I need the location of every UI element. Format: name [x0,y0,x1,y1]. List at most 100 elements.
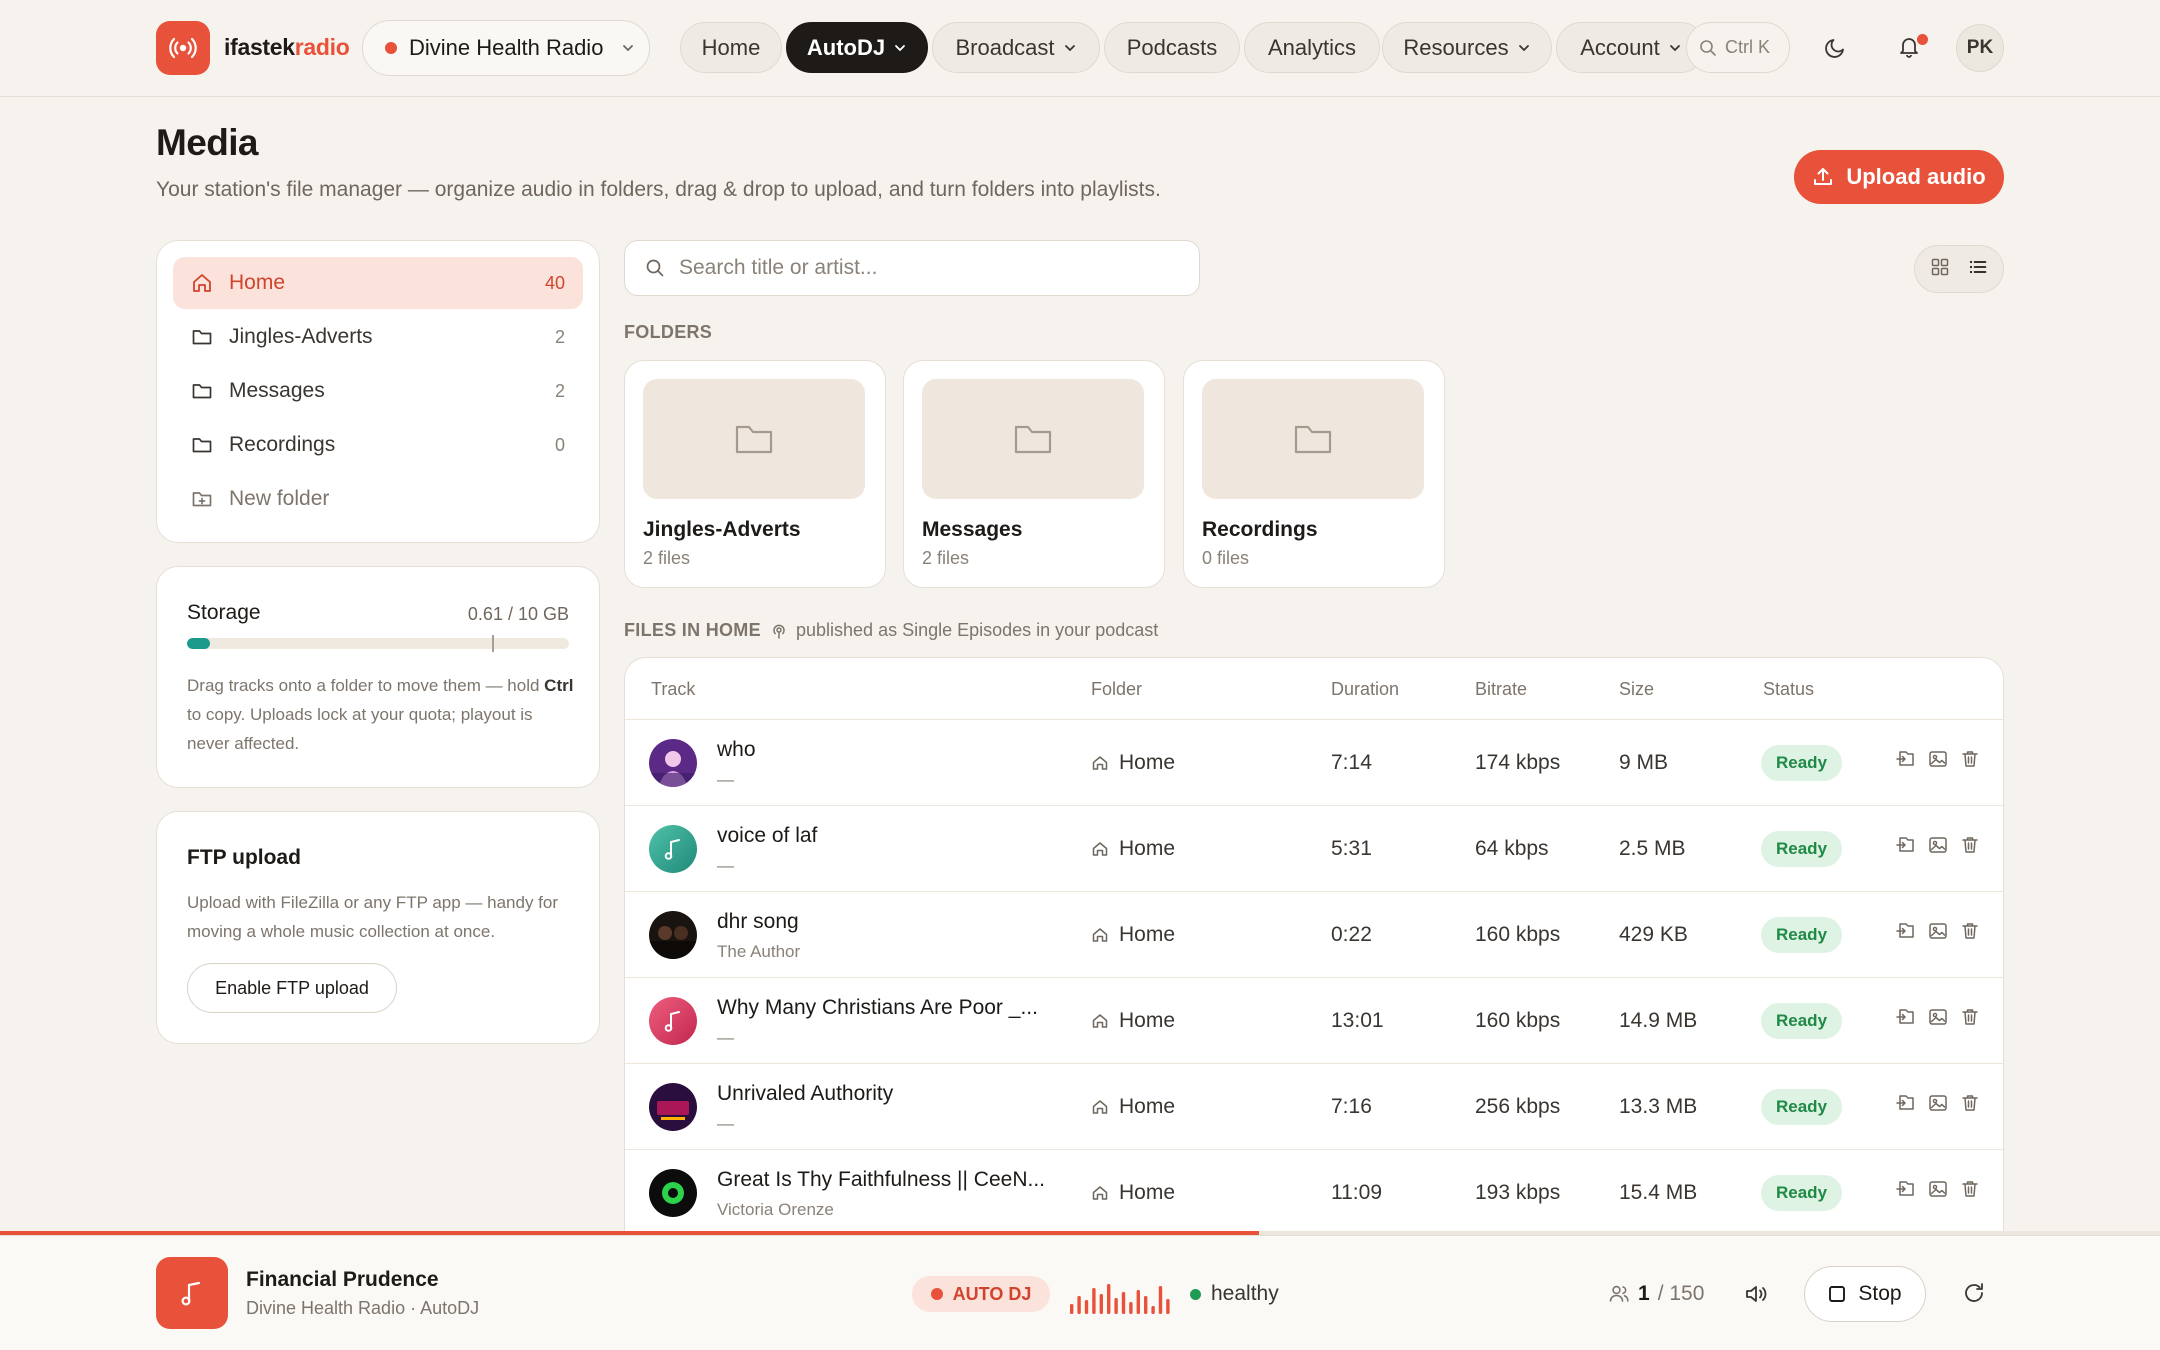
listeners-max: / 150 [1657,1282,1705,1305]
level-bar [1166,1299,1170,1314]
moon-icon [1825,39,1844,58]
files-table: Track Folder Duration Bitrate Size Statu… [624,657,2004,1257]
track-bitrate: 64 kbps [1475,837,1549,860]
refresh-button[interactable] [1961,1280,1987,1311]
avatar[interactable]: PK [1956,24,2004,72]
track-duration: 5:31 [1331,837,1372,860]
cover-image-icon[interactable] [1927,1006,1949,1028]
table-row[interactable]: who — Home 7:14 174 kbps 9 MB Ready [625,720,2003,806]
trash-icon[interactable] [1959,1092,1981,1114]
ftp-note: Upload with FileZilla or any FTP app — h… [187,893,559,941]
grid-view-button[interactable] [1930,257,1950,282]
home-icon [1092,1100,1108,1114]
folder-card-jingles-adverts[interactable]: Jingles-Adverts 2 files [624,360,886,588]
column-header-status[interactable]: Status [1763,679,1814,700]
trash-icon[interactable] [1959,1178,1981,1200]
table-row[interactable]: voice of laf — Home 5:31 64 kbps 2.5 MB … [625,806,2003,892]
now-playing-artwork [156,1257,228,1329]
trash-icon[interactable] [1959,748,1981,770]
column-header-duration[interactable]: Duration [1331,679,1399,700]
nav-resources[interactable]: Resources [1382,22,1552,73]
table-row[interactable]: Why Many Christians Are Poor _... — Home… [625,978,2003,1064]
stop-button[interactable]: Stop [1804,1266,1926,1322]
track-cover-art [649,1169,697,1217]
trash-icon[interactable] [1959,920,1981,942]
view-toggle [1914,245,2004,293]
nav-podcasts[interactable]: Podcasts [1104,22,1240,73]
nav-podcasts-label: Podcasts [1126,34,1218,60]
row-actions [1895,1092,1981,1114]
enable-ftp-button[interactable]: Enable FTP upload [187,963,397,1013]
move-to-folder-icon[interactable] [1895,834,1917,856]
move-to-folder-icon[interactable] [1895,920,1917,942]
level-bar [1070,1304,1074,1314]
sidebar-item-messages[interactable]: Messages 2 [173,365,583,417]
nav-analytics[interactable]: Analytics [1244,22,1380,73]
row-actions [1895,920,1981,942]
folder-icon [1014,425,1052,454]
dark-mode-toggle[interactable] [1815,26,1857,68]
column-header-folder[interactable]: Folder [1091,679,1142,700]
chevron-down-icon [1064,44,1075,51]
track-folder: Home [1091,837,1175,861]
brand-prefix: ifastek [224,34,295,60]
track-artist: Victoria Orenze [717,1200,834,1219]
cover-image-icon[interactable] [1927,1092,1949,1114]
sidebar-item-jingles-adverts[interactable]: Jingles-Adverts 2 [173,311,583,363]
folder-card-recordings[interactable]: Recordings 0 files [1183,360,1445,588]
move-to-folder-icon[interactable] [1895,1092,1917,1114]
nav-resources-label: Resources [1403,34,1509,60]
brand-name[interactable]: ifastekradio [224,34,350,61]
track-bitrate: 256 kbps [1475,1095,1561,1118]
folder-file-count: 2 files [922,548,970,568]
list-view-button[interactable] [1968,257,1988,282]
station-selector[interactable]: Divine Health Radio [362,20,650,76]
table-row[interactable]: Great Is Thy Faithfulness || CeeN... Vic… [625,1150,2003,1236]
global-search-button[interactable]: Ctrl K [1686,22,1790,73]
upload-audio-button[interactable]: Upload audio [1794,150,2004,204]
nav-account[interactable]: Account [1556,22,1706,73]
nav-autodj[interactable]: AutoDJ [786,22,928,73]
move-to-folder-icon[interactable] [1895,748,1917,770]
track-folder-label: Home [1119,1181,1176,1204]
folders-section-label: FOLDERS [624,322,713,342]
notifications-button[interactable] [1888,26,1930,68]
cover-image-icon[interactable] [1927,748,1949,770]
folder-icon [192,330,212,345]
folder-thumbnail [643,379,865,499]
move-to-folder-icon[interactable] [1895,1006,1917,1028]
storage-value: 0.61 / 10 GB [467,604,569,624]
track-cover-art [649,911,697,959]
column-header-size[interactable]: Size [1619,679,1654,700]
move-to-folder-icon[interactable] [1895,1178,1917,1200]
track-folder: Home [1091,1181,1175,1205]
status-badge: Ready [1761,1089,1843,1125]
status-badge: Ready [1761,917,1843,953]
level-bar [1107,1284,1111,1314]
folder-card-messages[interactable]: Messages 2 files [903,360,1165,588]
track-folder-label: Home [1119,1095,1176,1118]
sidebar-item-home[interactable]: Home 40 [173,257,583,309]
volume-button[interactable] [1742,1280,1770,1313]
trash-icon[interactable] [1959,1006,1981,1028]
cover-image-icon[interactable] [1927,1178,1949,1200]
track-title: Great Is Thy Faithfulness || CeeN... [717,1168,1045,1191]
nav-broadcast-label: Broadcast [955,34,1055,60]
station-name: Divine Health Radio [409,35,604,60]
cover-image-icon[interactable] [1927,920,1949,942]
page-subtitle: Your station's file manager — organize a… [156,178,1161,201]
home-icon [1092,756,1108,770]
table-row[interactable]: dhr song The Author Home 0:22 160 kbps 4… [625,892,2003,978]
column-header-track[interactable]: Track [651,679,695,700]
search-input[interactable]: Search title or artist... [624,240,1200,296]
trash-icon[interactable] [1959,834,1981,856]
nav-home[interactable]: Home [680,22,782,73]
table-row[interactable]: Unrivaled Authority — Home 7:16 256 kbps… [625,1064,2003,1150]
track-folder-label: Home [1119,751,1176,774]
column-header-bitrate[interactable]: Bitrate [1475,679,1527,700]
nav-broadcast[interactable]: Broadcast [932,22,1100,73]
cover-image-icon[interactable] [1927,834,1949,856]
radio-logo-icon[interactable] [156,21,210,75]
new-folder-button[interactable]: New folder [173,473,583,525]
sidebar-item-recordings[interactable]: Recordings 0 [173,419,583,471]
